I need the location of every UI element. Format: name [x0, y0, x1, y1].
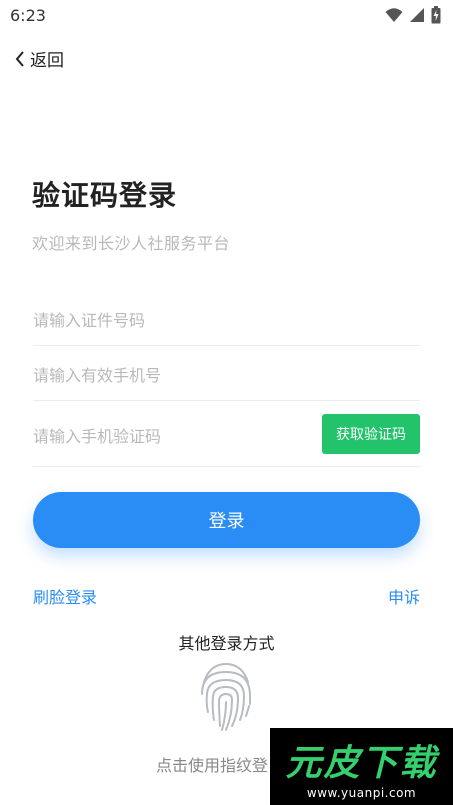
login-button[interactable]: 登录: [33, 492, 420, 548]
verification-code-input[interactable]: [33, 406, 313, 466]
get-code-button[interactable]: 获取验证码: [322, 414, 420, 454]
phone-field: [33, 350, 420, 401]
battery-charging-icon: [431, 6, 441, 24]
chevron-left-icon: [14, 50, 26, 68]
wifi-icon: [385, 7, 403, 23]
status-time: 6:23: [10, 6, 46, 25]
watermark-url: www.yuanpi.com: [306, 785, 417, 800]
other-methods-title: 其他登录方式: [178, 634, 275, 653]
id-number-input[interactable]: [33, 296, 420, 345]
appeal-link[interactable]: 申诉: [388, 584, 420, 608]
fingerprint-icon[interactable]: [198, 660, 254, 738]
status-bar: 6:23: [0, 0, 453, 32]
page-title: 验证码登录: [32, 179, 178, 212]
face-login-link[interactable]: 刷脸登录: [33, 584, 97, 608]
status-icons: [385, 6, 441, 24]
back-label: 返回: [30, 51, 64, 71]
back-button[interactable]: 返回: [14, 46, 64, 71]
login-screen: 6:23 返回 验证码登录 欢迎来到长沙人社服务平台 请输入证件号码 请输入有效…: [0, 0, 453, 805]
fingerprint-login-label[interactable]: 点击使用指纹登: [156, 752, 268, 776]
page-subtitle: 欢迎来到长沙人社服务平台: [32, 234, 231, 253]
watermark: 元皮下载 www.yuanpi.com: [270, 728, 453, 805]
verification-code-field: 获取验证码: [33, 406, 420, 467]
phone-input[interactable]: [33, 350, 420, 400]
watermark-logo: 元皮下载: [285, 742, 438, 784]
id-number-field: [33, 296, 420, 346]
cellular-signal-icon: [409, 7, 425, 23]
